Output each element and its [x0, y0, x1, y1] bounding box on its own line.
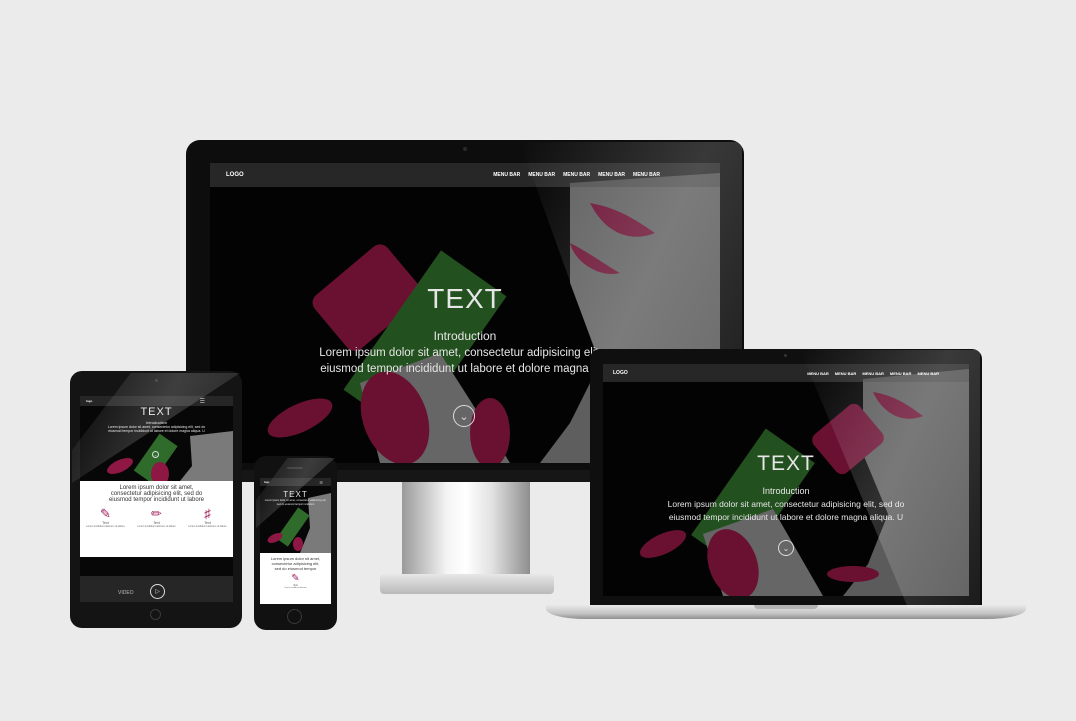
feature-description: Lorem incididunt dolorem ut labore — [86, 525, 125, 528]
phone-home-button[interactable] — [287, 609, 302, 624]
feature-panel: Lorem ipsum dolor sit amet, consectetur … — [260, 553, 331, 604]
hero-body: eiusmod tempor incididunt ut labore et d… — [668, 512, 904, 522]
scroll-down-button[interactable]: ⌄ — [778, 540, 794, 556]
hero-body: Lorem ipsum dolor sit amet, consectetur … — [667, 499, 905, 509]
menu-icon[interactable]: ☰ — [319, 480, 323, 485]
menu-item[interactable]: MENU BAR — [563, 172, 590, 178]
scroll-down-button[interactable]: ⌄ — [152, 451, 159, 458]
navigation-bar: LOGO MENU BAR MENU BAR MENU BAR MENU BAR… — [603, 364, 969, 382]
monitor-camera — [463, 147, 467, 151]
feature-panel: Lorem ipsum dolor sit amet, consectetur … — [80, 481, 233, 557]
hero: TEXT Introduction Lorem ipsum dolor sit … — [603, 452, 969, 522]
menu-item[interactable]: MENU BAR — [890, 371, 912, 376]
hero-subtitle: Introduction — [433, 329, 497, 343]
feature-row: ✎ Text Lorem incididunt dolorem ut labor… — [80, 506, 233, 529]
feature-item: ✎ Text Lorem incididunt dolorem — [260, 573, 331, 589]
chevron-down-icon: ⌄ — [782, 543, 790, 553]
tablet-pen-icon: ✎ — [100, 506, 111, 521]
hero: TEXT Lorem ipsum dolor sit amet, consect… — [260, 490, 331, 506]
tablet-home-button[interactable] — [150, 609, 161, 620]
feature-description: Lorem incididunt dolorem ut labore — [188, 525, 227, 528]
menu-item[interactable]: MENU BAR — [528, 172, 555, 178]
video-label: VIDEO — [118, 590, 134, 596]
phone-speaker — [287, 467, 303, 469]
hero: TEXT Introduction Lorem ipsum dolor sit … — [80, 406, 233, 433]
tablet-screen: logo ☰ TEXT Introduction Lorem ipsum dol… — [80, 396, 233, 602]
panel-text: eiusmod tempor incididunt ut labore — [108, 497, 205, 503]
menu-item[interactable]: MENU BAR — [835, 371, 857, 376]
hero-title: TEXT — [427, 283, 503, 314]
hero-title: TEXT — [283, 490, 308, 499]
logo[interactable]: LOGO — [613, 370, 628, 376]
navigation-bar: LOGO MENU BAR MENU BAR MENU BAR MENU BAR… — [210, 163, 720, 187]
laptop-screen: LOGO MENU BAR MENU BAR MENU BAR MENU BAR… — [603, 364, 969, 596]
feature-item: ♯ Text Lorem incididunt dolorem ut labor… — [188, 506, 228, 529]
phone-screen: logo ☰ TEXT Lorem ipsum dolor sit amet, … — [260, 478, 331, 604]
tablet-camera — [155, 379, 158, 382]
hero-subtitle: Introduction — [762, 486, 810, 496]
feature-description: Lorem incididunt dolorem ut labore — [137, 525, 176, 528]
feature-item: ✎ Text Lorem incididunt dolorem ut labor… — [86, 506, 126, 529]
laptop-notch — [754, 605, 818, 609]
tools-icon: ♯ — [204, 506, 211, 521]
menu: MENU BAR MENU BAR MENU BAR MENU BAR MENU… — [807, 371, 939, 376]
play-icon: ▷ — [155, 589, 160, 595]
play-button[interactable]: ▷ — [150, 584, 165, 599]
laptop-camera — [784, 354, 787, 357]
hero-body: Lorem ipsum dolor sit amet, consectetur … — [264, 499, 327, 506]
menu-item[interactable]: MENU BAR — [807, 371, 829, 376]
menu-item[interactable]: MENU BAR — [633, 172, 660, 178]
pencil-icon: ✏ — [151, 506, 162, 521]
feature-description: Lorem incididunt dolorem — [284, 587, 307, 589]
menu-item[interactable]: MENU BAR — [493, 172, 520, 178]
menu-icon[interactable]: ☰ — [200, 398, 205, 405]
monitor-stand — [402, 480, 530, 578]
hero-body: eiusmod tempor incididunt ut labore et d… — [108, 429, 205, 433]
scroll-down-button[interactable]: ⌄ — [453, 405, 475, 427]
hero-title: TEXT — [140, 406, 173, 418]
feature-item: ✏ Text Lorem incididunt dolorem ut labor… — [137, 506, 177, 529]
logo[interactable]: logo — [264, 481, 269, 484]
menu-item[interactable]: MENU BAR — [862, 371, 884, 376]
monitor-stand-base — [380, 574, 554, 594]
chevron-down-icon: ⌄ — [153, 452, 158, 457]
navigation-bar: logo ☰ — [80, 396, 233, 406]
menu-item[interactable]: MENU BAR — [917, 371, 939, 376]
chevron-down-icon: ⌄ — [459, 410, 469, 423]
panel-text: sed do eiusmod tempor — [274, 566, 317, 571]
tablet-pen-icon: ✎ — [291, 573, 300, 584]
menu: MENU BAR MENU BAR MENU BAR MENU BAR MENU… — [493, 172, 660, 178]
menu-item[interactable]: MENU BAR — [598, 172, 625, 178]
navigation-bar: logo ☰ — [260, 478, 331, 486]
hero-title: TEXT — [757, 452, 815, 475]
logo[interactable]: logo — [86, 399, 92, 403]
logo[interactable]: LOGO — [226, 172, 244, 178]
